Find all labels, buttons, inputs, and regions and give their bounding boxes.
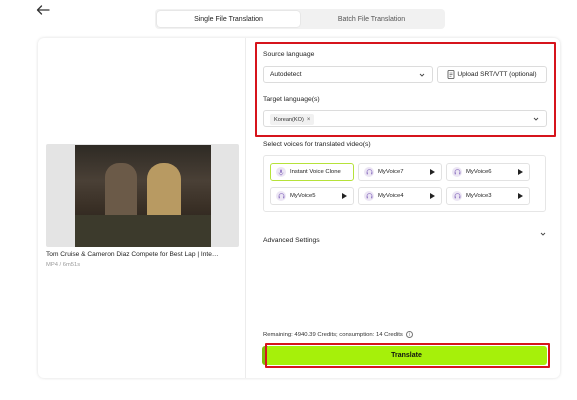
headphones-icon: [452, 191, 462, 201]
video-preview[interactable]: [46, 144, 239, 247]
voice-myvoice7[interactable]: MyVoice7: [358, 163, 442, 181]
remove-tag-icon[interactable]: ×: [307, 117, 311, 123]
voice-name: MyVoice3: [466, 193, 492, 199]
language-tag-label: Korean(KO): [274, 116, 304, 123]
play-icon[interactable]: [430, 169, 435, 175]
voice-name: MyVoice4: [378, 193, 404, 199]
chevron-down-icon: [419, 73, 425, 77]
subtitle-file-icon: [447, 70, 455, 79]
microphone-icon: [276, 167, 286, 177]
language-tag: Korean(KO) ×: [270, 114, 315, 125]
translate-button[interactable]: Translate: [266, 346, 547, 365]
headphones-icon: [276, 191, 286, 201]
video-meta: MP4 / 6m51s: [46, 262, 81, 268]
source-language-label: Source language: [263, 51, 315, 58]
chevron-down-icon: [540, 232, 546, 236]
target-language-select[interactable]: Korean(KO) ×: [263, 110, 547, 127]
credits-info: Remaining: 4940.39 Credits; consumption:…: [263, 331, 413, 338]
play-icon[interactable]: [518, 193, 523, 199]
advanced-settings-label: Advanced Settings: [263, 237, 320, 244]
advanced-settings-toggle[interactable]: Advanced Settings: [263, 229, 547, 244]
voice-myvoice6[interactable]: MyVoice6: [446, 163, 530, 181]
voices-label: Select voices for translated video(s): [263, 141, 371, 148]
tab-batch-file[interactable]: Batch File Translation: [300, 11, 443, 27]
source-language-value: Autodetect: [270, 71, 302, 78]
voice-myvoice4[interactable]: MyVoice4: [358, 187, 442, 205]
panel-divider: [245, 38, 246, 378]
info-icon[interactable]: i: [405, 331, 413, 338]
video-title: Tom Cruise & Cameron Diaz Compete for Be…: [46, 251, 219, 258]
source-language-select[interactable]: Autodetect: [263, 66, 433, 83]
voice-myvoice5[interactable]: MyVoice5: [270, 187, 354, 205]
chevron-down-icon: [533, 117, 539, 121]
voice-name: MyVoice6: [466, 169, 492, 175]
back-arrow-icon[interactable]: [36, 5, 54, 19]
headphones-icon: [452, 167, 462, 177]
credits-text: Remaining: 4940.39 Credits; consumption:…: [263, 331, 403, 338]
upload-subtitle-label: Upload SRT/VTT (optional): [457, 71, 537, 78]
play-icon[interactable]: [342, 193, 347, 199]
voice-instant-clone[interactable]: Instant Voice Clone: [270, 163, 354, 181]
play-icon[interactable]: [430, 193, 435, 199]
play-icon[interactable]: [518, 169, 523, 175]
video-thumbnail: [75, 145, 211, 247]
translation-mode-switch: Single File Translation Batch File Trans…: [155, 9, 445, 29]
voice-name: Instant Voice Clone: [290, 169, 341, 175]
target-language-label: Target language(s): [263, 96, 320, 103]
voice-name: MyVoice7: [378, 169, 404, 175]
voice-name: MyVoice5: [290, 193, 316, 199]
voice-myvoice3[interactable]: MyVoice3: [446, 187, 530, 205]
headphones-icon: [364, 167, 374, 177]
tab-single-file[interactable]: Single File Translation: [157, 11, 300, 27]
headphones-icon: [364, 191, 374, 201]
upload-subtitle-button[interactable]: Upload SRT/VTT (optional): [437, 66, 547, 83]
